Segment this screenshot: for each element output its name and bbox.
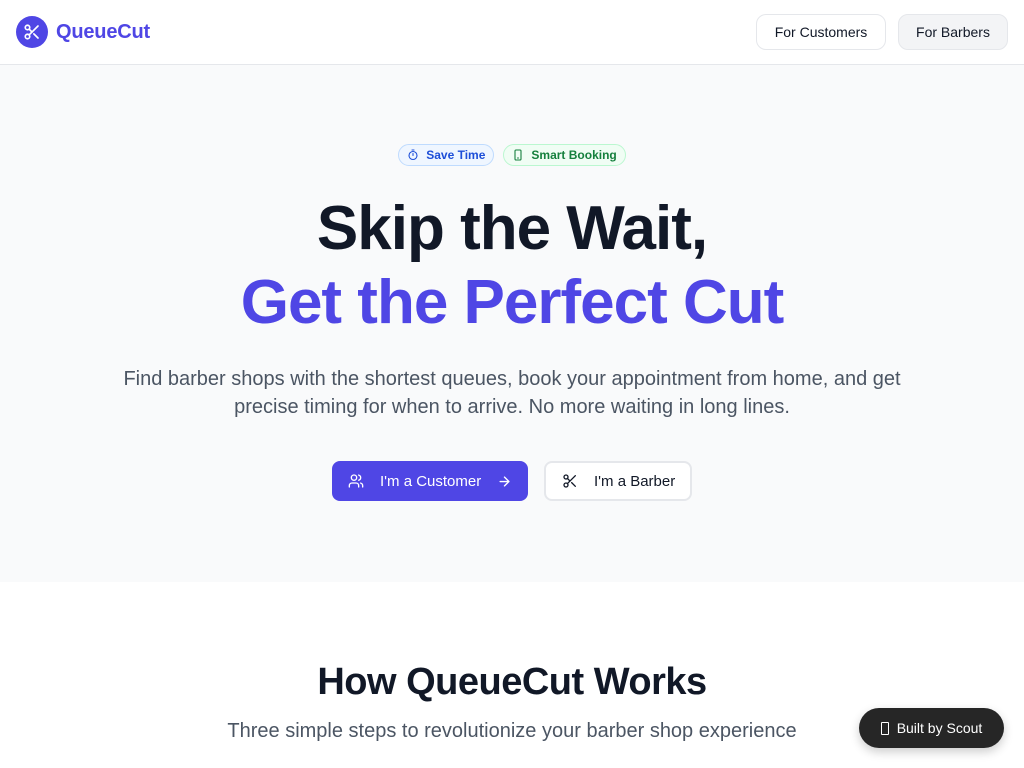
users-icon: [348, 473, 364, 489]
hero-section: Save Time Smart Booking Skip the Wait, G…: [0, 65, 1024, 582]
customer-cta-label: I'm a Customer: [380, 472, 482, 490]
timer-icon: [407, 149, 426, 161]
save-time-label: Save Time: [426, 148, 486, 162]
feature-badges: Save Time Smart Booking: [0, 144, 1024, 166]
hero-title-line1: Skip the Wait,: [316, 194, 708, 263]
for-customers-button[interactable]: For Customers: [756, 14, 886, 50]
customer-cta-button[interactable]: I'm a Customer: [332, 461, 528, 501]
how-it-works-title: How QueueCut Works: [317, 661, 707, 703]
smart-booking-badge: Smart Booking: [503, 144, 626, 166]
arrow-right-icon: [497, 474, 512, 489]
hero-subtitle: Find barber shops with the shortest queu…: [123, 368, 901, 418]
brand-logo[interactable]: QueueCut: [16, 16, 150, 48]
hero-title-line2: Get the Perfect Cut: [240, 268, 785, 337]
save-time-badge: Save Time: [398, 144, 495, 166]
smartphone-icon: [512, 149, 531, 161]
built-by-badge[interactable]: Built by Scout: [859, 708, 1004, 748]
scissors-icon: [16, 16, 48, 48]
brand-name: QueueCut: [56, 20, 150, 43]
barber-cta-label: I'm a Barber: [594, 472, 676, 490]
device-icon: [880, 721, 889, 735]
top-navbar: QueueCut For Customers For Barbers: [0, 0, 1024, 65]
barber-cta-button[interactable]: I'm a Barber: [544, 461, 692, 501]
scissors-icon: [562, 473, 578, 489]
smart-booking-label: Smart Booking: [531, 148, 617, 162]
for-barbers-button[interactable]: For Barbers: [898, 14, 1008, 50]
built-by-label: Built by Scout: [896, 720, 983, 736]
